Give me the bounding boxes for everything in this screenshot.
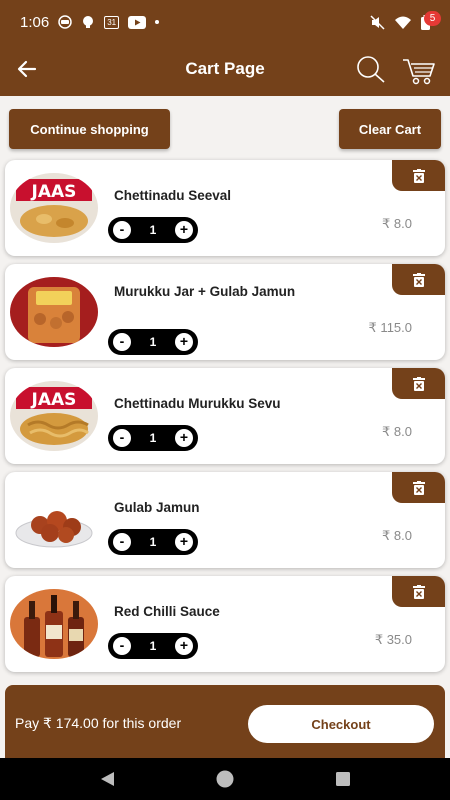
item-quantity: 1 (149, 431, 157, 445)
app-bar: Cart Page (0, 44, 450, 96)
calendar-icon: 31 (104, 15, 120, 29)
murukku-jar-icon (10, 277, 98, 347)
clear-cart-button[interactable]: Clear Cart (339, 109, 441, 149)
delete-item-button[interactable] (392, 472, 445, 503)
pay-total-text: Pay ₹ 174.00 for this order (15, 715, 182, 731)
increase-button[interactable]: + (175, 333, 193, 351)
delete-icon (412, 584, 425, 599)
status-time: 1:06 (20, 13, 50, 31)
cart-item: Red Chilli Sauce - 1 + ₹ 35.0 (5, 576, 445, 672)
more-dot-icon (155, 20, 160, 24)
increase-button[interactable]: + (175, 429, 193, 447)
delete-item-button[interactable] (392, 368, 445, 399)
system-nav-bar (0, 758, 450, 800)
decrease-button[interactable]: - (113, 533, 131, 551)
youtube-icon (128, 15, 147, 29)
increase-button[interactable]: + (175, 637, 193, 655)
delete-icon (412, 480, 425, 495)
mute-icon (370, 14, 385, 30)
nav-home-icon[interactable] (215, 770, 235, 788)
cart-item: Murukku Jar + Gulab Jamun - 1 + ₹ 115.0 (5, 264, 445, 360)
cart-item: Gulab Jamun - 1 + ₹ 8.0 (5, 472, 445, 568)
quantity-stepper: - 1 + (108, 529, 198, 555)
decrease-button[interactable]: - (113, 221, 131, 239)
delete-item-button[interactable] (392, 576, 445, 607)
cart-icon[interactable] (402, 56, 438, 86)
delete-icon (412, 168, 425, 183)
nav-back-icon[interactable] (98, 770, 116, 788)
item-price: ₹ 35.0 (374, 632, 412, 647)
delete-item-button[interactable] (392, 264, 445, 295)
quantity-stepper: - 1 + (108, 217, 198, 243)
sweet-bowl-icon (10, 485, 98, 555)
checkout-button[interactable]: Checkout (248, 705, 434, 743)
item-name: Chettinadu Seeval (114, 188, 232, 203)
order-summary-bar: Pay ₹ 174.00 for this order Checkout (5, 685, 445, 758)
item-price: ₹ 8.0 (382, 216, 412, 231)
increase-button[interactable]: + (175, 533, 193, 551)
item-name: Chettinadu Murukku Sevu (114, 396, 281, 411)
cart-count-badge: 5 (424, 11, 441, 26)
delete-icon (412, 272, 425, 287)
item-price: ₹ 8.0 (382, 424, 412, 439)
sauce-bottles-icon (10, 589, 98, 659)
item-quantity: 1 (149, 223, 157, 237)
decrease-button[interactable]: - (113, 637, 131, 655)
item-quantity: 1 (149, 639, 157, 653)
cart-item: JAAS Chettinadu Seeval - 1 + ₹ 8.0 (5, 160, 445, 256)
item-quantity: 1 (149, 335, 157, 349)
search-icon[interactable] (355, 55, 387, 85)
svg-text:JAAS: JAAS (31, 182, 77, 202)
assistant-icon (83, 16, 94, 28)
item-name: Gulab Jamun (114, 500, 200, 515)
delete-icon (412, 376, 425, 391)
quantity-stepper: - 1 + (108, 329, 198, 355)
item-quantity: 1 (149, 535, 157, 549)
nav-recents-icon[interactable] (334, 770, 352, 788)
item-price: ₹ 8.0 (382, 528, 412, 543)
quantity-stepper: - 1 + (108, 425, 198, 451)
chips-pack-icon: JAAS (10, 173, 98, 243)
cart-item: JAAS Chettinadu Murukku Sevu - 1 + ₹ 8.0 (5, 368, 445, 464)
decrease-button[interactable]: - (113, 429, 131, 447)
item-name: Murukku Jar + Gulab Jamun (114, 284, 296, 299)
continue-shopping-button[interactable]: Continue shopping (9, 109, 170, 149)
quantity-stepper: - 1 + (108, 633, 198, 659)
item-price: ₹ 115.0 (368, 320, 412, 335)
decrease-button[interactable]: - (113, 333, 131, 351)
delete-item-button[interactable] (392, 160, 445, 191)
item-name: Red Chilli Sauce (114, 604, 220, 619)
wifi-icon (395, 16, 411, 29)
chips-pack-icon: JAAS (10, 381, 98, 451)
status-bar: 1:06 31 (0, 0, 450, 44)
svg-text:JAAS: JAAS (31, 390, 77, 410)
notification-icon (58, 15, 72, 29)
increase-button[interactable]: + (175, 221, 193, 239)
